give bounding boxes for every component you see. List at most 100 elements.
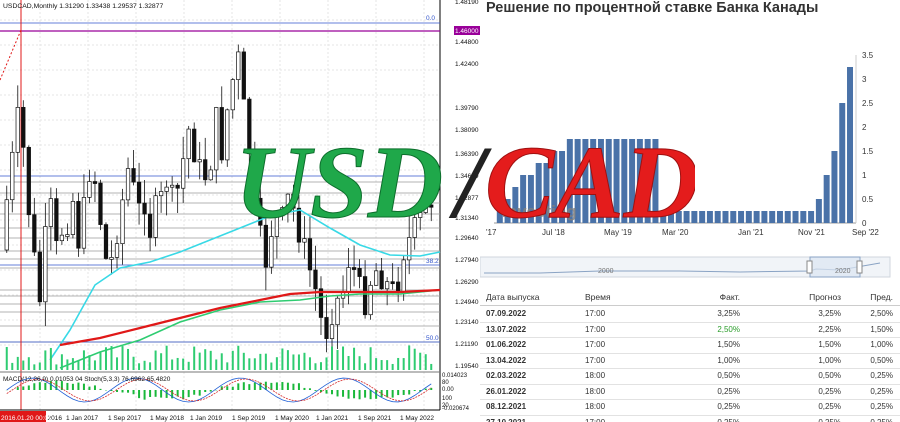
vk-share-button[interactable]: vk xyxy=(486,30,497,41)
rate-bar xyxy=(847,67,853,223)
cell-previous: 1,50% xyxy=(870,324,893,334)
cell-time: 17:00 xyxy=(585,340,606,349)
macd-bar xyxy=(248,384,251,390)
volume-bar xyxy=(88,355,91,370)
time-axis-label: 1 May 2018 xyxy=(150,415,184,422)
volume-bar xyxy=(353,347,356,370)
rate-bar xyxy=(753,211,760,223)
time-axis-label: 1 Sep 2019 xyxy=(232,415,266,422)
candle-body xyxy=(186,128,191,160)
macd-bar xyxy=(325,390,328,394)
macd-bar xyxy=(413,390,416,391)
volume-bar xyxy=(336,349,339,370)
macd-bar xyxy=(209,390,212,392)
price-axis-label: 1.34690 xyxy=(455,173,479,180)
indicator-axis-label: 0.014023 xyxy=(442,373,468,379)
col-date: Дата выпуска xyxy=(486,292,540,302)
macd-bar xyxy=(99,388,102,390)
macd-bar xyxy=(93,385,96,390)
twitter-icon: t xyxy=(516,31,519,40)
volume-bar xyxy=(259,353,262,370)
cell-actual: 0,25% xyxy=(717,386,740,396)
candle-body xyxy=(181,158,186,189)
time-axis-label: 1 May 2022 xyxy=(400,415,434,422)
candle-body xyxy=(247,98,252,155)
candle-body xyxy=(236,51,241,80)
fib-label: 38.2 xyxy=(426,258,439,265)
candle-body xyxy=(324,317,329,339)
chart-grid xyxy=(0,0,440,410)
volume-bar xyxy=(99,352,102,370)
rate-y-tick-label: 0 xyxy=(862,219,867,228)
macd-bar xyxy=(237,383,240,390)
volume-bar xyxy=(380,360,383,370)
time-axis-label: 1 May 2020 xyxy=(275,415,309,422)
table-row: 07.09.2022 17:00 3,25% 3,25% 2,50% xyxy=(480,306,900,323)
macd-bar xyxy=(297,383,300,390)
range-navigator[interactable]: 2000 2020 xyxy=(480,256,891,278)
twitter-share-button[interactable]: t xyxy=(512,30,523,41)
table-row: 13.04.2022 17:00 1,00% 1,00% 0,50% xyxy=(480,353,900,369)
table-row: 02.03.2022 18:00 0,50% 0,50% 0,25% xyxy=(480,368,900,385)
mt4-chart-panel[interactable]: 1 May 20161 Jan 20171 Sep 20171 May 2018… xyxy=(0,0,480,422)
rate-y-tick-label: 2 xyxy=(862,123,867,132)
table-header: Дата выпуска Время Факт. Прогноз Пред. xyxy=(480,289,900,306)
usdcad-monthly-chart[interactable]: 1 May 20161 Jan 20171 Sep 20171 May 2018… xyxy=(0,0,480,422)
candle-body xyxy=(374,270,379,286)
volume-bar xyxy=(204,349,207,370)
volume-bar xyxy=(430,363,433,370)
candle-body xyxy=(263,224,268,268)
cell-time: 17:00 xyxy=(585,324,606,334)
volume-bar xyxy=(325,357,328,370)
macd-bar xyxy=(182,390,185,400)
candle-body xyxy=(429,204,434,208)
navigator-left-handle[interactable] xyxy=(806,260,813,274)
macd-bar xyxy=(347,390,350,399)
macd-bar xyxy=(380,390,383,397)
cell-time: 18:00 xyxy=(585,386,606,396)
cell-actual: 1,50% xyxy=(717,340,740,349)
candle-body xyxy=(164,186,169,192)
rate-bar xyxy=(706,211,713,223)
rate-bar xyxy=(675,211,682,223)
candle-body xyxy=(418,212,423,218)
volume-bar xyxy=(386,360,389,370)
navigator-right-handle[interactable] xyxy=(856,260,863,274)
candle-body xyxy=(170,184,175,188)
volume-bar xyxy=(165,345,168,370)
volume-bar xyxy=(71,358,74,370)
table-row: 27.10.2021 17:00 0,25% 0,25% 0,25% xyxy=(480,415,900,422)
time-axis-label: 1 Sep 2021 xyxy=(358,415,392,422)
candle-body xyxy=(307,238,313,271)
candle-body xyxy=(136,181,142,204)
email-share-button[interactable]: ✉ xyxy=(525,30,536,41)
candle-body xyxy=(329,324,335,339)
macd-bar xyxy=(314,390,317,391)
rate-bar xyxy=(613,139,620,223)
price-axis-label: 1.27940 xyxy=(455,257,479,264)
cell-actual: 0,50% xyxy=(717,371,740,380)
candle-body xyxy=(412,217,417,238)
rate-bar xyxy=(761,211,768,223)
rate-bar xyxy=(597,139,604,223)
volume-bar xyxy=(331,346,334,370)
ema-red-line xyxy=(59,288,441,347)
cell-date: 13.04.2022 xyxy=(486,355,527,365)
macd-bar xyxy=(408,390,411,395)
time-axis-label: 1 Jan 2021 xyxy=(316,415,349,422)
volume-bar xyxy=(242,352,245,370)
rate-x-tick-label: May '19 xyxy=(604,228,632,237)
macd-bar xyxy=(358,390,361,400)
volume-bar xyxy=(121,346,124,370)
macd-bar xyxy=(275,382,278,390)
rate-bar xyxy=(699,211,706,223)
cell-date: 13.07.2022 xyxy=(486,324,527,334)
volume-bar xyxy=(66,359,69,370)
facebook-share-button[interactable]: f xyxy=(499,30,510,41)
rate-history-chart[interactable]: 0 0.5 1 1.5 2 2.5 3 3.5 Investing '17 Jul '18 May '… xyxy=(480,45,900,330)
volume-bar xyxy=(160,353,163,370)
price-axis-label: 1.42400 xyxy=(455,61,479,68)
candle-body xyxy=(208,169,213,181)
volume-bar xyxy=(391,363,394,370)
volume-bar xyxy=(55,364,58,370)
